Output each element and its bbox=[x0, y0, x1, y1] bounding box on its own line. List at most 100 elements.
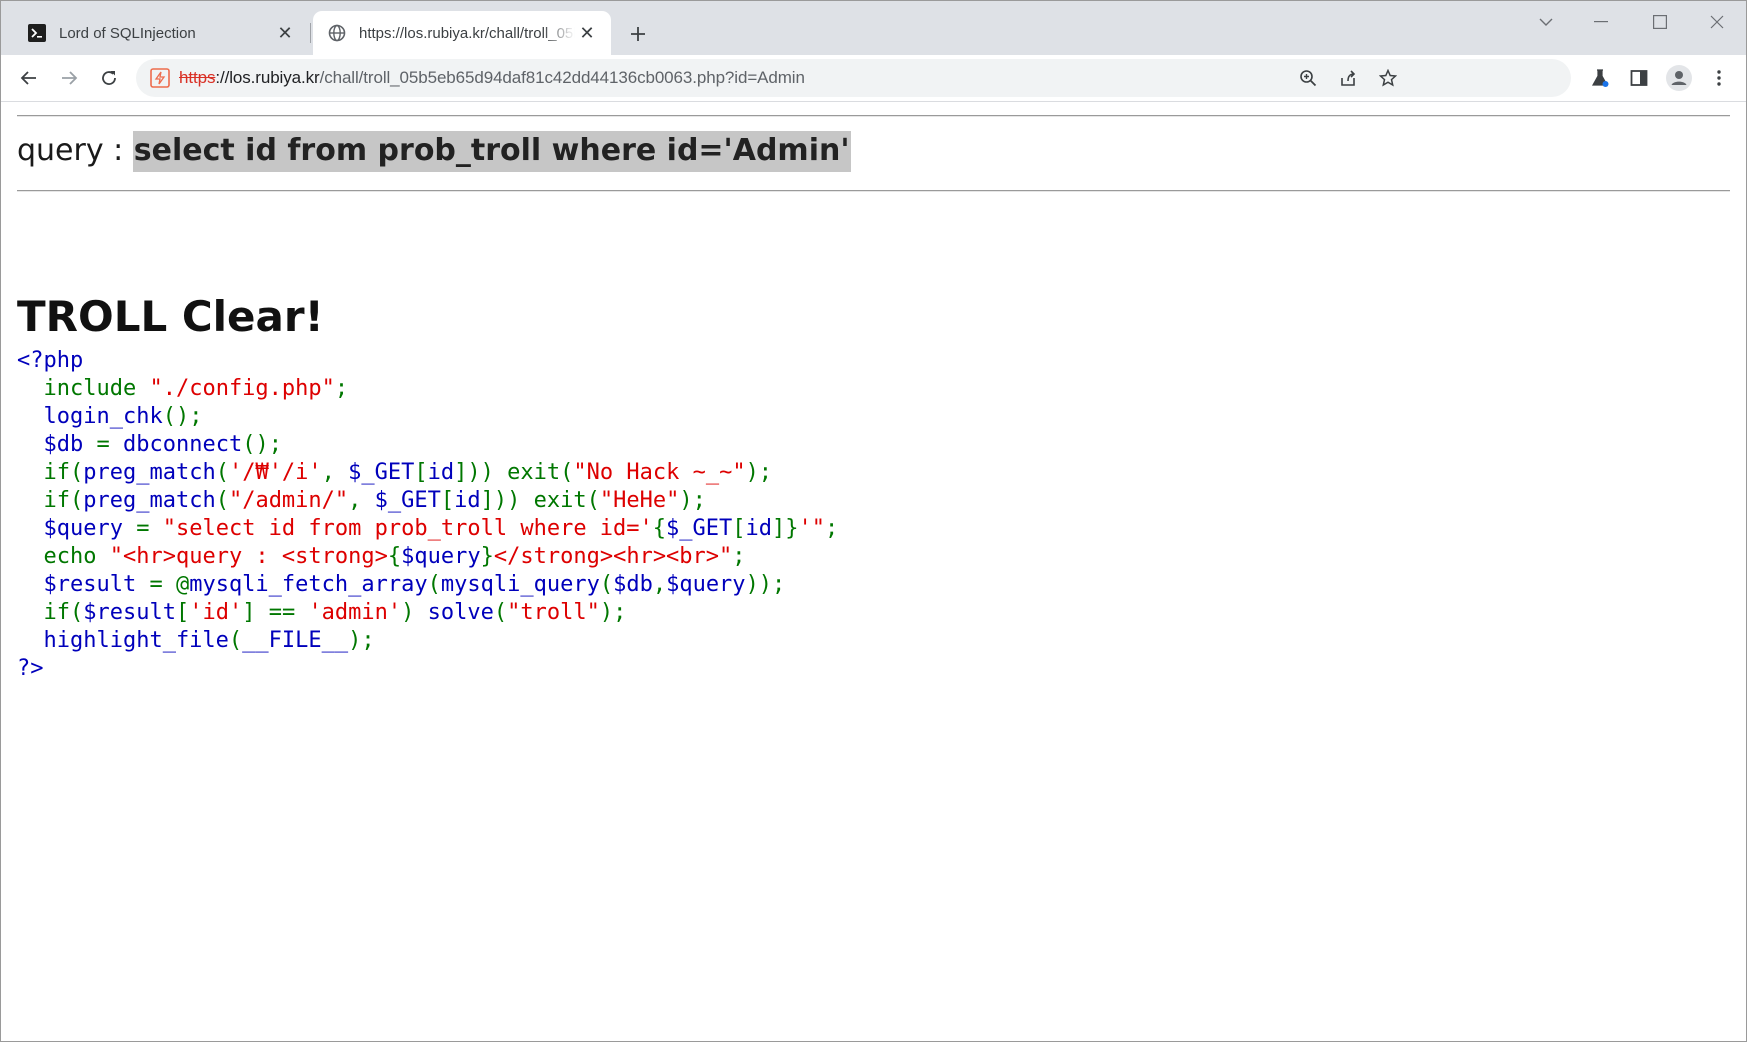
query-sql: select id from prob_troll where id='Admi… bbox=[132, 131, 851, 172]
code-token: = @ bbox=[149, 572, 190, 597]
code-token: [ bbox=[440, 488, 455, 513]
terminal-icon bbox=[27, 23, 47, 43]
code-token: ; bbox=[732, 544, 746, 569]
code-token: $_GET bbox=[348, 460, 415, 485]
globe-icon bbox=[327, 23, 347, 43]
code-token: , bbox=[321, 460, 349, 485]
maximize-icon[interactable] bbox=[1643, 9, 1677, 35]
code-token: ( bbox=[427, 572, 441, 597]
code-token: id bbox=[427, 460, 455, 485]
code-token: (); bbox=[162, 404, 203, 429]
tab-troll-challenge[interactable]: https://los.rubiya.kr/chall/troll_05b5eb… bbox=[313, 11, 611, 55]
minimize-icon[interactable] bbox=[1584, 9, 1618, 35]
code-token: if( bbox=[43, 460, 84, 485]
close-tab-icon[interactable]: ✕ bbox=[273, 21, 297, 45]
code-token: highlight_file bbox=[17, 628, 229, 653]
code-line: include "./config.php"; bbox=[17, 375, 838, 403]
code-line: highlight_file(__FILE__); bbox=[17, 627, 838, 655]
code-token: ); bbox=[679, 488, 706, 513]
code-token: login_chk bbox=[17, 404, 163, 429]
code-token: preg_match bbox=[83, 488, 216, 513]
code-token: [ bbox=[175, 600, 190, 625]
code-token: 'admin' bbox=[308, 600, 402, 625]
code-token: "select id from prob_troll where id=' bbox=[162, 516, 653, 541]
clear-heading: TROLL Clear! bbox=[17, 292, 324, 341]
code-token: id bbox=[745, 516, 773, 541]
code-token: ]} bbox=[772, 516, 799, 541]
code-token: </strong><hr><br>" bbox=[493, 544, 733, 569]
code-token: $result bbox=[17, 572, 150, 597]
code-token: __FILE__ bbox=[242, 628, 349, 653]
code-line: login_chk(); bbox=[17, 403, 838, 431]
code-token: "troll" bbox=[507, 600, 600, 625]
code-token: )); bbox=[745, 572, 786, 597]
bookmark-star-icon[interactable] bbox=[1376, 66, 1400, 90]
code-token: [ bbox=[732, 516, 746, 541]
code-token: ); bbox=[745, 460, 773, 485]
code-line: if(preg_match('/₩'/i', $_GET[id])) exit(… bbox=[17, 459, 838, 487]
code-token: $_GET bbox=[666, 516, 733, 541]
code-line: if(preg_match("/admin/", $_GET[id])) exi… bbox=[17, 487, 838, 515]
code-token: include bbox=[43, 376, 150, 401]
close-tab-icon[interactable]: ✕ bbox=[575, 21, 599, 45]
code-token: solve bbox=[427, 600, 494, 625]
back-arrow-icon[interactable] bbox=[13, 62, 45, 94]
profile-avatar-icon[interactable] bbox=[1663, 62, 1695, 94]
code-line: if($result['id'] == 'admin') solve("trol… bbox=[17, 599, 838, 627]
code-token: if( bbox=[43, 600, 84, 625]
code-token: ] == bbox=[242, 600, 309, 625]
tab-title: https://los.rubiya.kr/chall/troll_05b5eb… bbox=[359, 24, 575, 42]
tab-lord-of-sqlinjection[interactable]: Lord of SQLInjection ✕ bbox=[9, 11, 309, 55]
side-panel-icon[interactable] bbox=[1623, 62, 1655, 94]
url-path: /chall/troll_05b5eb65d94daf81c42dd44136c… bbox=[319, 68, 805, 87]
code-token: ; bbox=[825, 516, 839, 541]
code-token: $query bbox=[666, 572, 746, 597]
code-line: $query = "select id from prob_troll wher… bbox=[17, 515, 838, 543]
code-token: ) bbox=[401, 600, 428, 625]
code-token: $result bbox=[83, 600, 176, 625]
code-line: echo "<hr>query : <strong>{$query}</stro… bbox=[17, 543, 838, 571]
share-icon[interactable] bbox=[1336, 66, 1360, 90]
code-token: (); bbox=[242, 432, 282, 457]
code-token: ])) exit( bbox=[480, 488, 600, 513]
code-token: = bbox=[96, 432, 123, 457]
more-menu-icon[interactable] bbox=[1703, 62, 1735, 94]
code-token: $query bbox=[17, 516, 137, 541]
zoom-icon[interactable] bbox=[1296, 66, 1320, 90]
php-source-code: <?php include "./config.php"; login_chk(… bbox=[17, 347, 838, 683]
code-token: ])) exit( bbox=[454, 460, 574, 485]
not-secure-warning-icon[interactable] bbox=[150, 68, 170, 88]
code-token: '" bbox=[798, 516, 826, 541]
code-token: dbconnect bbox=[122, 432, 243, 457]
address-bar[interactable]: https://los.rubiya.kr/chall/troll_05b5eb… bbox=[136, 59, 1571, 97]
forward-arrow-icon[interactable] bbox=[53, 62, 85, 94]
code-token: ); bbox=[348, 628, 375, 653]
code-token: 'id' bbox=[189, 600, 243, 625]
labs-flask-icon[interactable] bbox=[1584, 62, 1616, 94]
code-token: ( bbox=[493, 600, 508, 625]
new-tab-button[interactable] bbox=[623, 19, 653, 49]
code-token: preg_match bbox=[83, 460, 216, 485]
url-scheme: https bbox=[179, 68, 216, 87]
code-token: "./config.php" bbox=[149, 376, 335, 401]
code-line: ?> bbox=[17, 655, 838, 683]
code-token: { bbox=[387, 544, 402, 569]
code-token: "<hr>query : <strong> bbox=[109, 544, 388, 569]
query-label: query : bbox=[17, 133, 133, 168]
code-token: "HeHe" bbox=[599, 488, 680, 513]
close-window-icon[interactable] bbox=[1700, 9, 1734, 35]
code-token: ( bbox=[215, 460, 229, 485]
code-token: ( bbox=[599, 572, 614, 597]
code-token: if( bbox=[43, 488, 84, 513]
tab-search-chevron-down-icon[interactable] bbox=[1529, 9, 1563, 35]
code-token: , bbox=[348, 488, 375, 513]
top-divider bbox=[17, 115, 1730, 117]
code-token: $db bbox=[613, 572, 653, 597]
code-line: <?php bbox=[17, 347, 838, 375]
reload-icon[interactable] bbox=[93, 62, 125, 94]
query-line: query : select id from prob_troll where … bbox=[17, 131, 851, 172]
url-host: ://los.rubiya.kr bbox=[215, 68, 320, 87]
